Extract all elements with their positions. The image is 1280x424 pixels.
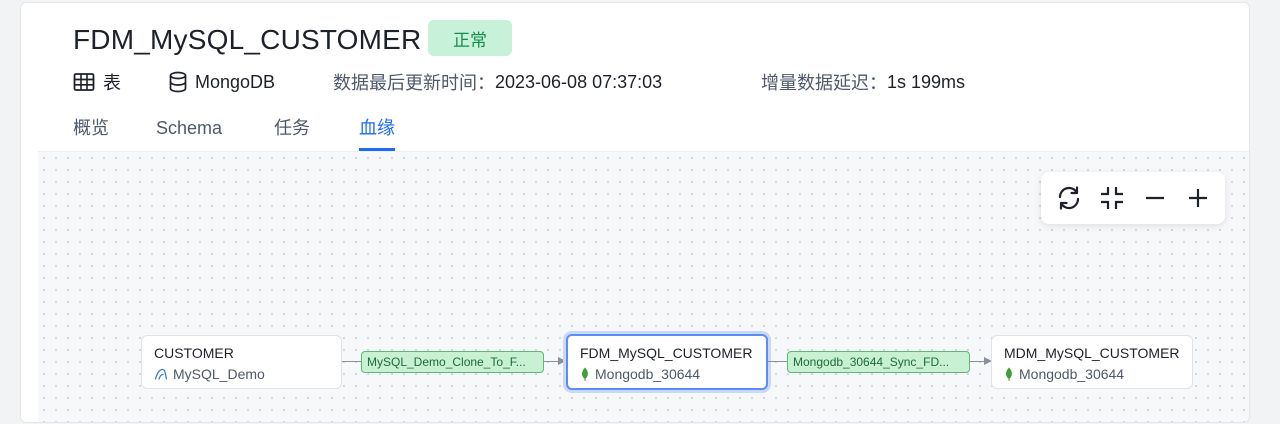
collapse-icon[interactable] xyxy=(1094,180,1130,216)
edge-connector xyxy=(342,361,361,362)
meta-last-update: 数据最后更新时间： 2023-06-08 07:37:03 xyxy=(333,69,662,95)
edge-connector xyxy=(970,361,985,362)
node-source: Mongodb_30644 xyxy=(580,364,754,384)
refresh-icon[interactable] xyxy=(1051,180,1087,216)
node-source: Mongodb_30644 xyxy=(1004,364,1180,384)
table-icon xyxy=(73,72,95,92)
mongodb-leaf-icon xyxy=(580,367,590,381)
lineage-node-source[interactable]: CUSTOMER MySQL_Demo xyxy=(141,335,342,389)
meta-type: 表 xyxy=(73,69,121,95)
meta-delay: 增量数据延迟： 1s 199ms xyxy=(761,69,965,95)
edge-label-task[interactable]: Mongodb_30644_Sync_FD... xyxy=(787,351,970,373)
tab-overview[interactable]: 概览 xyxy=(73,111,109,151)
node-title: MDM_MySQL_CUSTOMER xyxy=(1004,345,1180,361)
lineage-canvas[interactable]: CUSTOMER MySQL_Demo MySQL_Demo_Clone_To_… xyxy=(38,151,1249,422)
zoom-in-icon[interactable] xyxy=(1180,180,1216,216)
last-update-label: 数据最后更新时间： xyxy=(333,73,495,93)
mysql-icon xyxy=(154,367,168,381)
lineage-node-target[interactable]: MDM_MySQL_CUSTOMER Mongodb_30644 xyxy=(991,335,1193,389)
edge-connector xyxy=(768,361,787,362)
canvas-toolbar xyxy=(1041,172,1225,224)
page-title: FDM_MySQL_CUSTOMER xyxy=(73,24,422,55)
delay-label: 增量数据延迟： xyxy=(761,73,887,93)
dataset-detail-panel: FDM_MySQL_CUSTOMER 正常 表 MongoDB 数据最后更新时间… xyxy=(20,2,1250,423)
node-title: FDM_MySQL_CUSTOMER xyxy=(580,345,753,361)
meta-database: MongoDB xyxy=(169,69,275,95)
zoom-out-icon[interactable] xyxy=(1137,180,1173,216)
status-badge: 正常 xyxy=(428,20,512,56)
mongodb-leaf-icon xyxy=(1004,367,1014,381)
database-icon xyxy=(169,71,187,93)
arrow-icon xyxy=(558,357,566,365)
node-source-label: MySQL_Demo xyxy=(173,366,265,382)
last-update-value: 2023-06-08 07:37:03 xyxy=(495,71,663,92)
edge-label-task[interactable]: MySQL_Demo_Clone_To_F... xyxy=(361,351,544,373)
edge-connector xyxy=(544,361,559,362)
tab-schema[interactable]: Schema xyxy=(156,111,222,151)
node-source-label: Mongodb_30644 xyxy=(595,366,701,382)
node-title: CUSTOMER xyxy=(154,345,234,361)
node-source-label: Mongodb_30644 xyxy=(1019,366,1125,382)
tab-lineage[interactable]: 血缘 xyxy=(359,111,395,151)
node-source: MySQL_Demo xyxy=(154,364,329,384)
meta-database-label: MongoDB xyxy=(195,71,276,92)
meta-type-label: 表 xyxy=(103,73,121,93)
lineage-node-current[interactable]: FDM_MySQL_CUSTOMER Mongodb_30644 xyxy=(566,334,768,390)
tab-tasks[interactable]: 任务 xyxy=(274,111,310,151)
delay-value: 1s 199ms xyxy=(887,71,966,92)
